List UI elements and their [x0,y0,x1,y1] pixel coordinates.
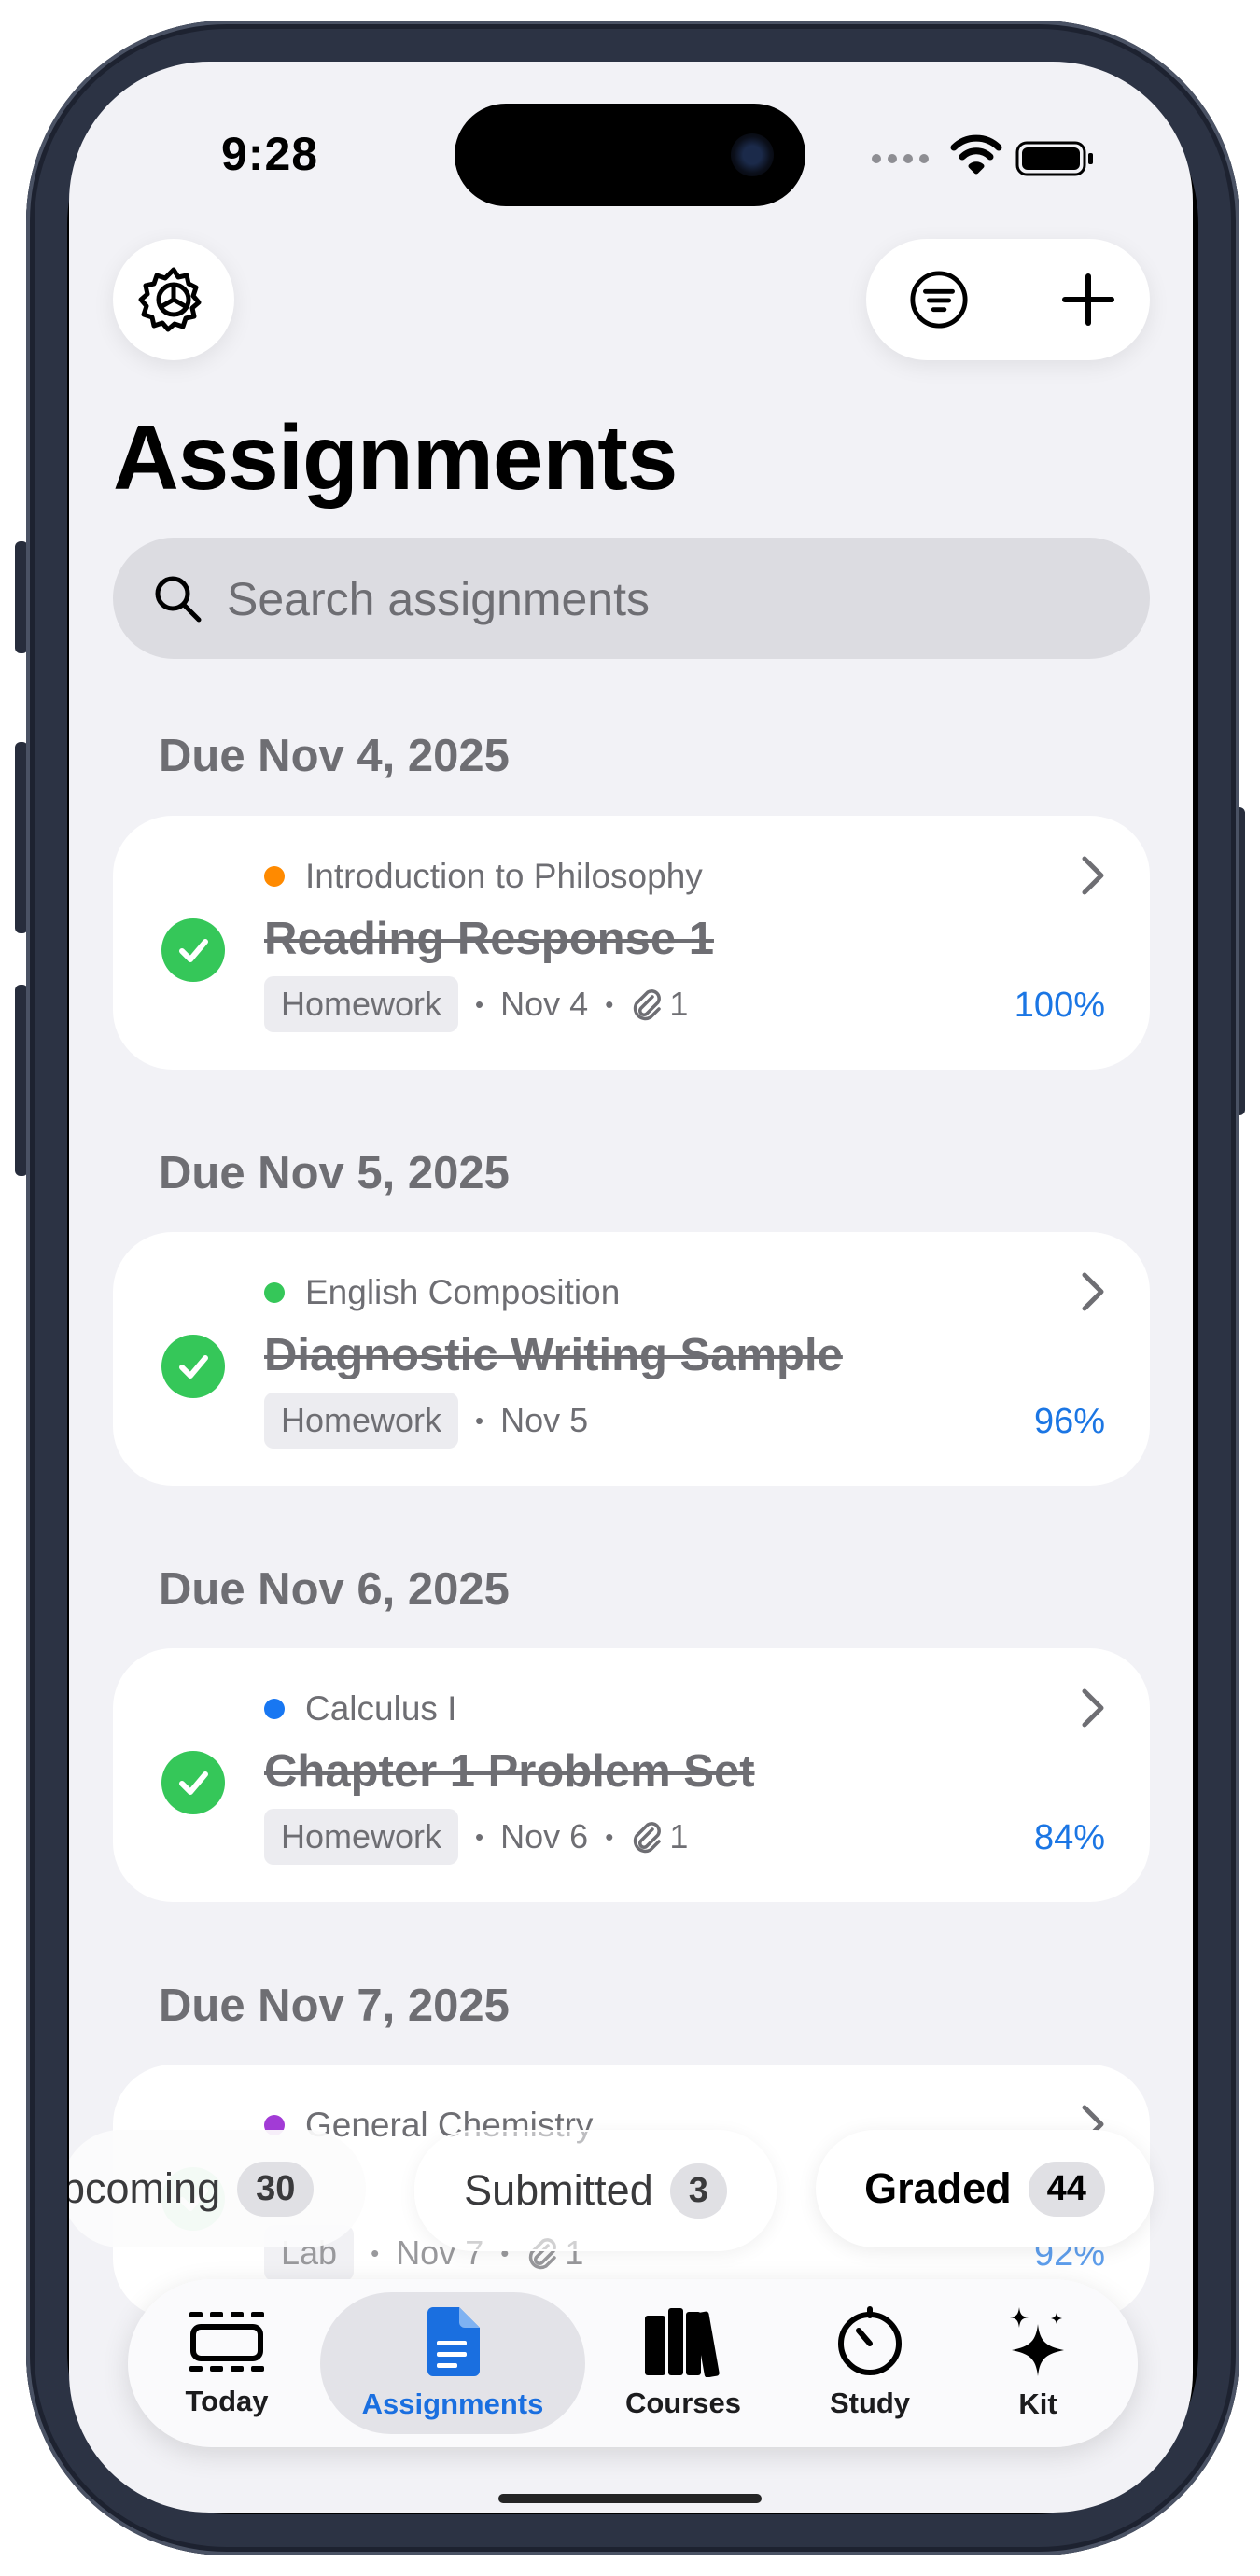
search-input[interactable] [225,538,1125,661]
assignment-meta: Homework • Nov 4 • 1 [264,976,688,1032]
assignment-card[interactable]: Introduction to Philosophy Reading Respo… [113,816,1150,1070]
course-color-dot [264,1699,285,1719]
tab-bar: Today Assignments Courses Study Kit [128,2279,1138,2447]
section-header: Due Nov 7, 2025 [159,1981,510,2031]
plus-icon [1062,273,1114,326]
filter-chip-upcoming[interactable]: pcoming 30 [69,2130,366,2247]
filter-count: 3 [669,2163,727,2219]
tab-label: Today [185,2385,269,2417]
filter-label: Graded [864,2164,1012,2212]
course-label: Calculus I [264,1689,456,1729]
tab-today[interactable]: Today [147,2279,307,2447]
course-color-dot [264,1282,285,1303]
status-time: 9:28 [221,128,319,180]
dynamic-island [455,104,805,206]
books-icon [645,2308,720,2377]
battery-icon [1015,141,1093,176]
course-name: English Composition [305,1273,621,1311]
camera-icon [731,133,774,176]
chevron-right-icon [1082,856,1104,895]
assignment-title: Chapter 1 Problem Set [264,1746,755,1797]
assignment-meta: Homework • Nov 5 [264,1393,588,1449]
tab-assignments[interactable]: Assignments [320,2279,585,2447]
settings-button[interactable] [113,239,234,360]
course-label: English Composition [264,1273,620,1312]
today-icon [189,2312,264,2372]
separator-dot: • [371,2238,380,2267]
filter-count: 44 [1028,2161,1105,2217]
completed-check-icon[interactable] [161,1335,225,1398]
document-icon [427,2307,480,2376]
separator-dot: • [605,989,614,1018]
add-button[interactable] [1058,270,1118,329]
assignment-card[interactable]: English Composition Diagnostic Writing S… [113,1232,1150,1486]
chevron-right-icon [1082,1272,1104,1311]
separator-dot: • [475,989,484,1018]
gear-icon [138,267,202,332]
due-date: Nov 5 [500,1401,589,1439]
sparkles-icon [1010,2307,1064,2376]
chevron-right-icon [1082,1688,1104,1728]
timer-icon [838,2306,902,2375]
grade-percent: 84% [1033,1818,1105,1857]
tab-label: Assignments [361,2387,544,2420]
tab-label: Courses [624,2387,742,2419]
home-indicator [498,2494,762,2503]
paperclip-icon [634,989,662,1021]
separator-dot: • [605,1822,614,1851]
section-header: Due Nov 5, 2025 [159,1148,510,1198]
filter-label: Submitted [464,2166,653,2214]
section-header: Due Nov 4, 2025 [159,731,510,781]
course-name: Introduction to Philosophy [305,857,703,895]
tab-courses[interactable]: Courses [595,2279,772,2447]
due-date: Nov 4 [500,985,589,1023]
page-title: Assignments [113,406,678,509]
filter-chip-graded[interactable]: Graded 44 [816,2130,1154,2247]
course-label: Introduction to Philosophy [264,857,703,896]
separator-dot: • [475,1406,484,1435]
filter-label: pcoming [69,2164,221,2212]
filter-chip-submitted[interactable]: Submitted 3 [414,2130,777,2251]
assignment-title: Diagnostic Writing Sample [264,1330,843,1380]
tab-study[interactable]: Study [781,2279,959,2447]
search-icon [155,576,202,623]
assignment-title: Reading Response 1 [264,914,714,964]
filter-count: 30 [237,2161,315,2217]
tab-label: Study [829,2387,911,2419]
screen: 9:28 Assignments Search assignments Due … [69,62,1193,2513]
completed-check-icon[interactable] [161,1751,225,1814]
status-icons [872,134,1170,181]
assignment-card[interactable]: Calculus I Chapter 1 Problem Set Homewor… [113,1648,1150,1902]
filter-icon [910,271,968,329]
attachment-count: 1 [669,985,689,1023]
assignment-meta: Homework • Nov 6 • 1 [264,1809,688,1865]
completed-check-icon[interactable] [161,918,225,982]
due-date: Nov 6 [500,1817,589,1855]
cellular-signal-icon [872,151,935,168]
attachment-count: 1 [669,1817,689,1855]
wifi-icon [950,134,1002,175]
type-tag: Homework [264,1393,459,1449]
filter-button[interactable] [909,270,969,329]
grade-percent: 100% [1014,986,1105,1025]
type-tag: Homework [264,976,459,1032]
tab-kit[interactable]: Kit [949,2279,1127,2447]
search-bar[interactable] [113,538,1150,661]
course-name: Calculus I [305,1689,457,1728]
paperclip-icon [634,1822,662,1854]
separator-dot: • [475,1822,484,1851]
grade-percent: 96% [1033,1402,1105,1441]
course-color-dot [264,866,285,887]
header-actions [866,239,1150,360]
section-header: Due Nov 6, 2025 [159,1564,510,1615]
tab-label: Kit [1018,2387,1057,2420]
type-tag: Homework [264,1809,459,1865]
